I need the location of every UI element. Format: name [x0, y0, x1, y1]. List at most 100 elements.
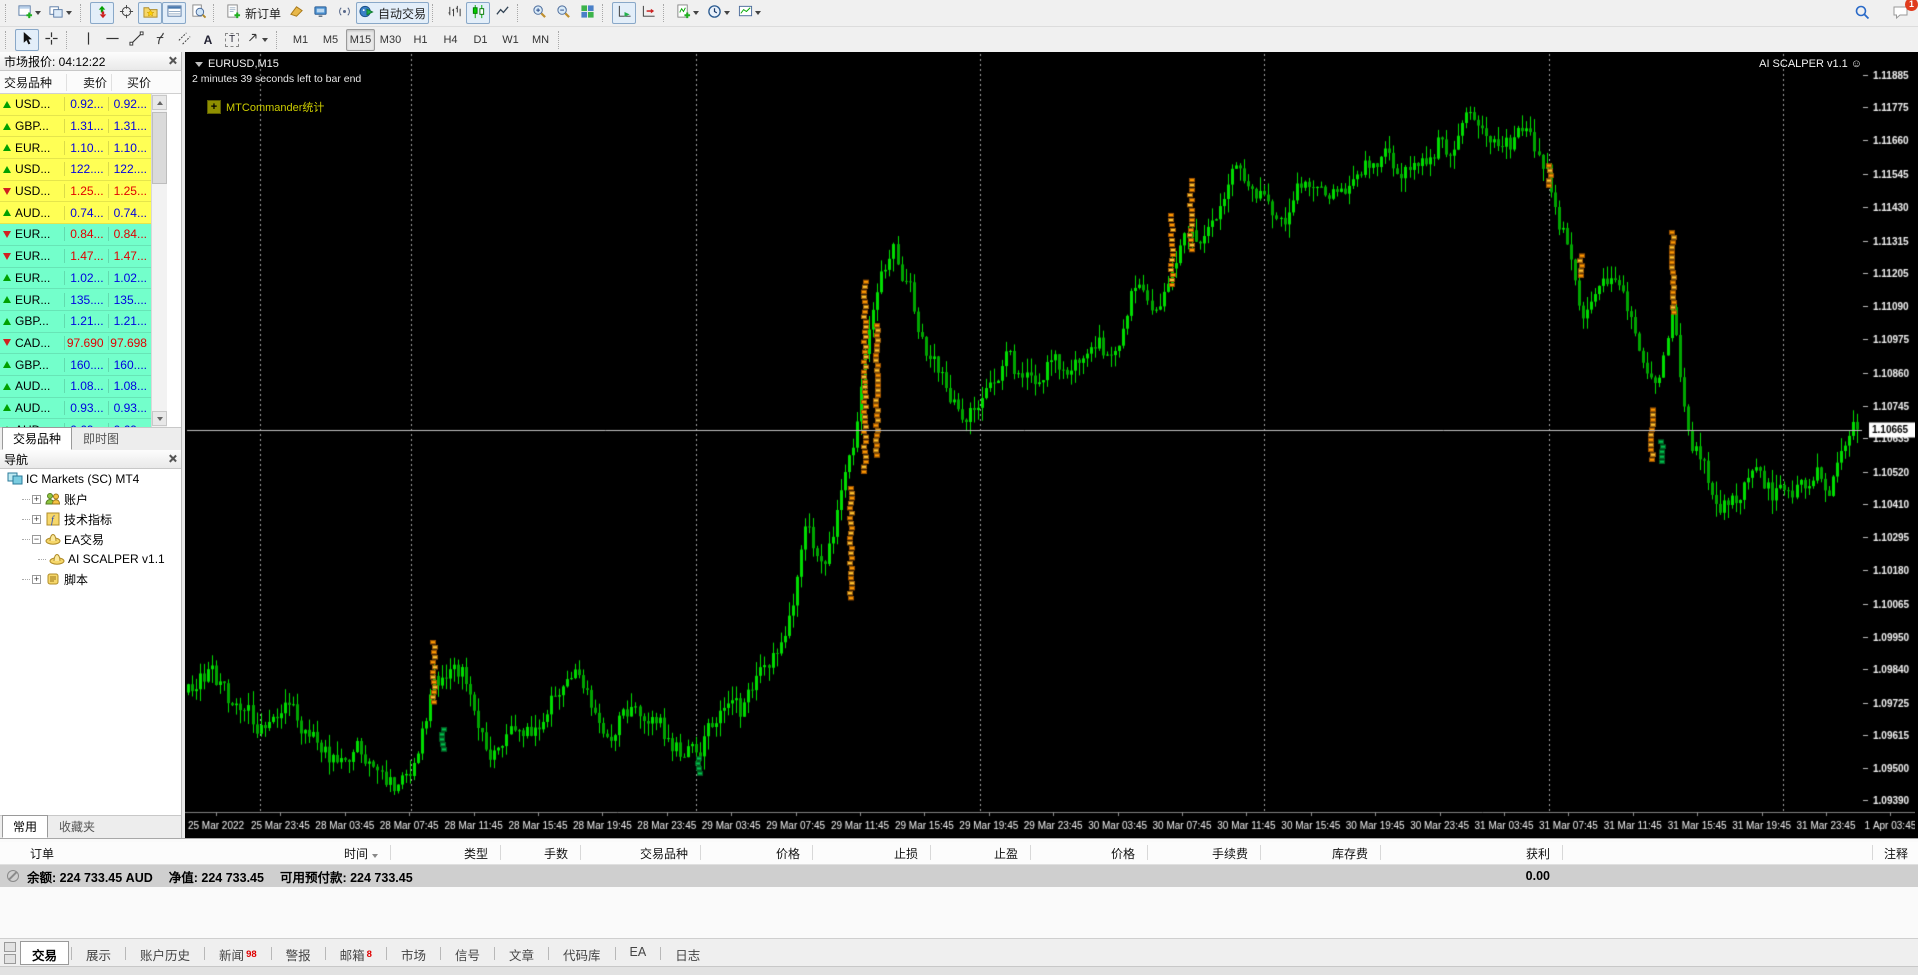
terminal-tab-交易[interactable]: 交易	[20, 941, 70, 965]
strategy-tester-button[interactable]	[186, 2, 210, 24]
market-watch-toggle-button[interactable]	[90, 2, 114, 24]
terminal-tab-新闻[interactable]: 新闻 98	[207, 941, 269, 965]
terminal-tab-市场[interactable]: 市场	[389, 941, 438, 965]
new-chart-button[interactable]	[15, 2, 46, 24]
timeframe-m30[interactable]: M30	[376, 29, 405, 51]
chart-shift-button[interactable]	[636, 2, 660, 24]
timeframe-h4[interactable]: H4	[436, 29, 465, 51]
mtcommander-button[interactable]: + MTCommander统计	[207, 99, 324, 115]
indicators-button[interactable]	[673, 2, 704, 24]
vertical-line-tool-button[interactable]	[76, 29, 100, 51]
ea-smiley-icon[interactable]: ☺	[1851, 58, 1862, 70]
market-watch-row[interactable]: GBP... 160.... 160....	[0, 354, 151, 376]
terminal-tab-信号[interactable]: 信号	[443, 941, 492, 965]
market-watch-row[interactable]: AUD... 0.93... 0.93...	[0, 397, 151, 420]
collapse-minus-icon[interactable]: −	[32, 534, 41, 544]
trendline-tool-button[interactable]	[124, 29, 148, 51]
close-icon[interactable]	[168, 452, 177, 466]
chart-symbol-label[interactable]: EURUSD,M15	[195, 58, 279, 70]
plus-icon[interactable]: +	[207, 100, 221, 114]
terminal-toggle-button[interactable]	[162, 2, 186, 24]
tree-item-脚本[interactable]: + 脚本	[0, 569, 181, 589]
market-watch-row[interactable]: AUD... 0.74... 0.74...	[0, 202, 151, 225]
toolbar-grip[interactable]	[276, 30, 282, 49]
market-watch-row[interactable]: EUR... 1.47... 1.47...	[0, 245, 151, 268]
market-watch-row[interactable]: GBP... 1.31... 1.31...	[0, 115, 151, 138]
timeframe-m5[interactable]: M5	[316, 29, 345, 51]
orders-column-5[interactable]: 价格	[776, 845, 800, 862]
cursor-tool-button[interactable]	[15, 28, 39, 51]
column-header-1[interactable]: 卖价	[66, 73, 111, 91]
orders-column-12[interactable]: 注释	[1884, 845, 1908, 862]
column-header-2[interactable]: 买价	[111, 73, 155, 91]
expand-plus-icon[interactable]: +	[32, 574, 41, 584]
auto-scroll-button[interactable]	[612, 2, 637, 24]
market-watch-row[interactable]: EUR... 1.02... 1.02...	[0, 267, 151, 290]
data-window-button[interactable]	[114, 2, 138, 24]
timeframe-m1[interactable]: M1	[286, 29, 315, 51]
expand-plus-icon[interactable]: +	[32, 494, 41, 504]
toolbar-grip[interactable]	[213, 4, 219, 22]
zoom-in-button[interactable]	[527, 2, 551, 24]
toolbar-grip[interactable]	[602, 4, 608, 22]
market-watch-row[interactable]: CAD... 97.690 97.698	[0, 332, 151, 355]
orders-column-1[interactable]: 时间	[344, 845, 378, 862]
orders-column-7[interactable]: 止盈	[994, 845, 1018, 862]
terminal-tab-文章[interactable]: 文章	[497, 941, 546, 965]
arrows-tool-button[interactable]	[244, 29, 273, 51]
market-watch-row[interactable]: AUD... 0.69...0.69...	[0, 419, 151, 427]
market-watch-row[interactable]: USD... 122.... 122....	[0, 159, 151, 181]
tree-item-技术指标[interactable]: + f 技术指标	[0, 509, 181, 529]
orders-column-4[interactable]: 交易品种	[640, 845, 688, 862]
tile-windows-button[interactable]	[575, 2, 599, 24]
market-watch-row[interactable]: USD... 0.92... 0.92...	[0, 94, 151, 116]
horizontal-line-tool-button[interactable]	[100, 29, 124, 51]
tab-常用[interactable]: 常用	[2, 815, 49, 838]
expand-plus-icon[interactable]: +	[32, 514, 41, 524]
toolbar-grip[interactable]	[517, 4, 523, 22]
terminal-tab-代码库[interactable]: 代码库	[551, 941, 613, 965]
terminal-tab-警报[interactable]: 警报	[274, 941, 323, 965]
mobile-terminal-button[interactable]	[308, 2, 332, 24]
terminal-tab-账户历史[interactable]: 账户历史	[128, 941, 202, 965]
market-watch-row[interactable]: EUR... 0.84... 0.84...	[0, 224, 151, 246]
toolbar-grip[interactable]	[558, 30, 564, 49]
price-chart-canvas[interactable]	[185, 52, 1915, 838]
timeframe-mn[interactable]: MN	[526, 29, 555, 51]
toolbar-grip[interactable]	[432, 4, 438, 22]
fibonacci-tool-button[interactable]	[148, 29, 172, 51]
orders-column-3[interactable]: 手数	[544, 845, 568, 862]
terminal-tab-展示[interactable]: 展示	[74, 941, 123, 965]
timeframe-m15[interactable]: M15	[346, 28, 375, 51]
market-watch-scrollbar[interactable]	[151, 94, 167, 427]
orders-column-0[interactable]: 订单	[30, 845, 54, 862]
timeframe-w1[interactable]: W1	[496, 29, 525, 51]
tree-item-EA交易[interactable]: − EA交易	[0, 529, 181, 549]
scrollbar-thumb[interactable]	[152, 112, 167, 184]
signals-button[interactable]	[332, 2, 356, 24]
terminal-tab-日志[interactable]: 日志	[663, 941, 712, 965]
toolbar-grip[interactable]	[66, 30, 72, 49]
scroll-down-icon[interactable]	[152, 411, 167, 426]
toolbar-grip[interactable]	[5, 4, 11, 22]
orders-column-10[interactable]: 库存费	[1332, 845, 1368, 862]
crosshair-tool-button[interactable]	[39, 29, 63, 51]
tab-即时图[interactable]: 即时图	[72, 427, 130, 450]
zoom-out-button[interactable]	[551, 2, 575, 24]
autotrading-button[interactable]: 自动交易	[356, 2, 430, 24]
tree-item-AI SCALPER v1.1[interactable]: AI SCALPER v1.1	[0, 549, 181, 569]
one-click-trading-icon[interactable]	[195, 61, 203, 67]
market-watch-row[interactable]: AUD... 1.08... 1.08...	[0, 375, 151, 398]
navigator-toggle-button[interactable]	[138, 2, 162, 24]
tree-item-IC Markets (SC) MT4[interactable]: IC Markets (SC) MT4	[0, 469, 181, 489]
candlestick-chart-button[interactable]	[466, 2, 491, 24]
channel-tool-button[interactable]	[172, 29, 196, 51]
tree-item-账户[interactable]: + 账户	[0, 489, 181, 509]
toolbar-grip[interactable]	[80, 4, 86, 22]
scroll-up-icon[interactable]	[152, 95, 167, 110]
orders-column-11[interactable]: 获利	[1526, 845, 1550, 862]
market-watch-row[interactable]: USD... 1.25... 1.25...	[0, 180, 151, 203]
toolbar-grip[interactable]	[5, 30, 11, 49]
templates-button[interactable]	[735, 2, 766, 24]
tab-收藏夹[interactable]: 收藏夹	[48, 815, 106, 838]
